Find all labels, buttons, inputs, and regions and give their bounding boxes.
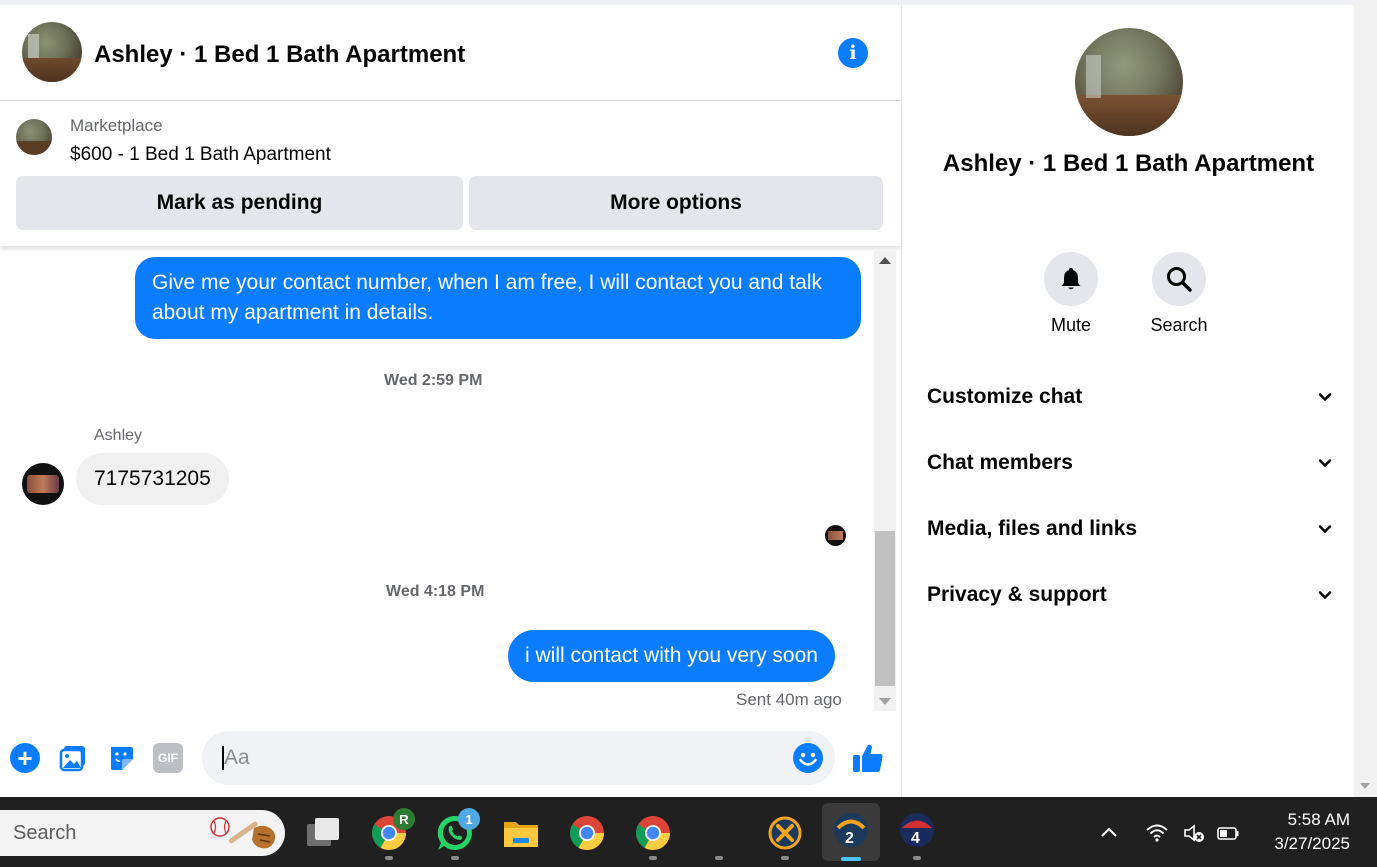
section-privacy-support[interactable]: Privacy & support bbox=[927, 575, 1332, 615]
message-composer: + GIF Aa bbox=[0, 711, 901, 797]
chevron-down-icon bbox=[1318, 591, 1332, 600]
emoji-icon[interactable] bbox=[792, 742, 824, 774]
section-label: Media, files and links bbox=[927, 517, 1138, 540]
section-customize-chat[interactable]: Customize chat bbox=[927, 377, 1332, 417]
battery-icon[interactable] bbox=[1216, 821, 1240, 845]
file-explorer-icon[interactable] bbox=[502, 814, 540, 852]
sender-name: Ashley bbox=[94, 427, 143, 444]
incoming-message[interactable]: 7175731205 bbox=[76, 453, 229, 505]
taskbar: Search R 1 2 4 5:58 AM 3/27/2025 bbox=[0, 797, 1377, 867]
sticker-icon[interactable] bbox=[106, 743, 136, 773]
chevron-down-icon bbox=[1318, 525, 1332, 534]
scroll-thumb[interactable] bbox=[875, 531, 895, 686]
bell-icon bbox=[1061, 268, 1081, 290]
seen-indicator-avatar bbox=[825, 525, 846, 546]
running-indicator bbox=[649, 856, 657, 860]
section-label: Chat members bbox=[927, 451, 1073, 474]
chevron-down-icon bbox=[1318, 393, 1332, 402]
panel-avatar[interactable] bbox=[1075, 28, 1183, 136]
message-timestamp: Wed 2:59 PM bbox=[384, 372, 483, 389]
clock-date[interactable]: 3/27/2025 bbox=[1262, 834, 1350, 854]
mark-as-pending-button[interactable]: Mark as pending bbox=[16, 176, 463, 230]
listing-title[interactable]: $600 - 1 Bed 1 Bath Apartment bbox=[70, 144, 331, 166]
listing-thumbnail[interactable] bbox=[16, 119, 52, 155]
gif-icon[interactable]: GIF bbox=[153, 743, 183, 773]
mute-label: Mute bbox=[1050, 315, 1092, 335]
conversation-info-panel: Ashley · 1 Bed 1 Bath Apartment Mute Sea… bbox=[901, 5, 1354, 797]
running-indicator bbox=[451, 856, 459, 860]
more-options-button[interactable]: More options bbox=[469, 176, 883, 230]
clock-time[interactable]: 5:58 AM bbox=[1262, 810, 1350, 830]
workspace-number: 2 bbox=[845, 830, 854, 847]
chrome-icon[interactable] bbox=[634, 814, 672, 852]
outgoing-message[interactable]: Give me your contact number, when I am f… bbox=[135, 257, 861, 339]
conversation-avatar[interactable] bbox=[22, 22, 82, 82]
outgoing-message[interactable]: i will contact with you very soon bbox=[508, 630, 835, 682]
running-indicator bbox=[385, 856, 393, 860]
section-label: Privacy & support bbox=[927, 583, 1107, 606]
thumbs-up-icon[interactable] bbox=[851, 741, 885, 775]
chevron-up-icon[interactable] bbox=[1097, 821, 1121, 845]
scroll-down-arrow-icon[interactable] bbox=[879, 698, 891, 705]
message-scrollbar[interactable] bbox=[874, 251, 896, 711]
search-icon bbox=[1167, 267, 1192, 292]
message-list: Give me your contact number, when I am f… bbox=[0, 246, 872, 711]
section-label: Customize chat bbox=[927, 385, 1083, 408]
message-input-placeholder: Aa bbox=[222, 746, 250, 770]
workspace-number: 4 bbox=[911, 830, 920, 847]
plus-icon[interactable]: + bbox=[10, 743, 40, 773]
taskbar-search-text: Search bbox=[13, 822, 77, 844]
section-chat-members[interactable]: Chat members bbox=[927, 443, 1332, 483]
chrome-icon[interactable] bbox=[568, 814, 606, 852]
messenger-window: Ashley · 1 Bed 1 Bath Apartment i Market… bbox=[0, 0, 1377, 797]
speaker-muted-icon[interactable] bbox=[1182, 821, 1206, 845]
photo-icon[interactable] bbox=[58, 743, 88, 773]
scroll-up-arrow-icon[interactable] bbox=[879, 257, 891, 264]
search-in-conversation-button[interactable] bbox=[1152, 252, 1206, 306]
task-view-icon[interactable] bbox=[304, 814, 342, 852]
whatsapp-unread-badge: 1 bbox=[458, 808, 480, 830]
running-indicator bbox=[913, 856, 921, 860]
running-indicator bbox=[781, 856, 789, 860]
panel-title: Ashley · 1 Bed 1 Bath Apartment bbox=[942, 150, 1315, 177]
running-indicator bbox=[715, 856, 723, 860]
message-status: Sent 40m ago bbox=[736, 690, 842, 709]
chat-header: Ashley · 1 Bed 1 Bath Apartment i bbox=[0, 5, 901, 101]
conversation-title[interactable]: Ashley · 1 Bed 1 Bath Apartment bbox=[94, 41, 465, 69]
sender-avatar[interactable] bbox=[22, 463, 64, 505]
message-timestamp: Wed 4:18 PM bbox=[386, 583, 485, 600]
chevron-down-icon bbox=[1318, 459, 1332, 468]
chat-pane: Ashley · 1 Bed 1 Bath Apartment i Market… bbox=[0, 5, 901, 797]
listing-source: Marketplace bbox=[70, 116, 163, 135]
search-highlight-baseball-icon bbox=[210, 817, 276, 849]
info-icon[interactable]: i bbox=[838, 38, 868, 68]
active-indicator bbox=[841, 857, 861, 861]
wifi-icon[interactable] bbox=[1145, 821, 1169, 845]
scroll-down-arrow-icon[interactable] bbox=[1360, 783, 1370, 789]
search-label: Search bbox=[1150, 315, 1208, 335]
mute-button[interactable] bbox=[1044, 252, 1098, 306]
taskbar-search-box[interactable]: Search bbox=[0, 810, 285, 856]
marketplace-listing-banner: Marketplace $600 - 1 Bed 1 Bath Apartmen… bbox=[0, 101, 901, 246]
section-media-files-links[interactable]: Media, files and links bbox=[927, 509, 1332, 549]
page-scrollbar[interactable] bbox=[1354, 0, 1377, 797]
ix-app-icon[interactable] bbox=[766, 814, 804, 852]
chrome-profile-badge: R bbox=[393, 808, 415, 830]
message-input[interactable]: Aa bbox=[202, 731, 835, 785]
